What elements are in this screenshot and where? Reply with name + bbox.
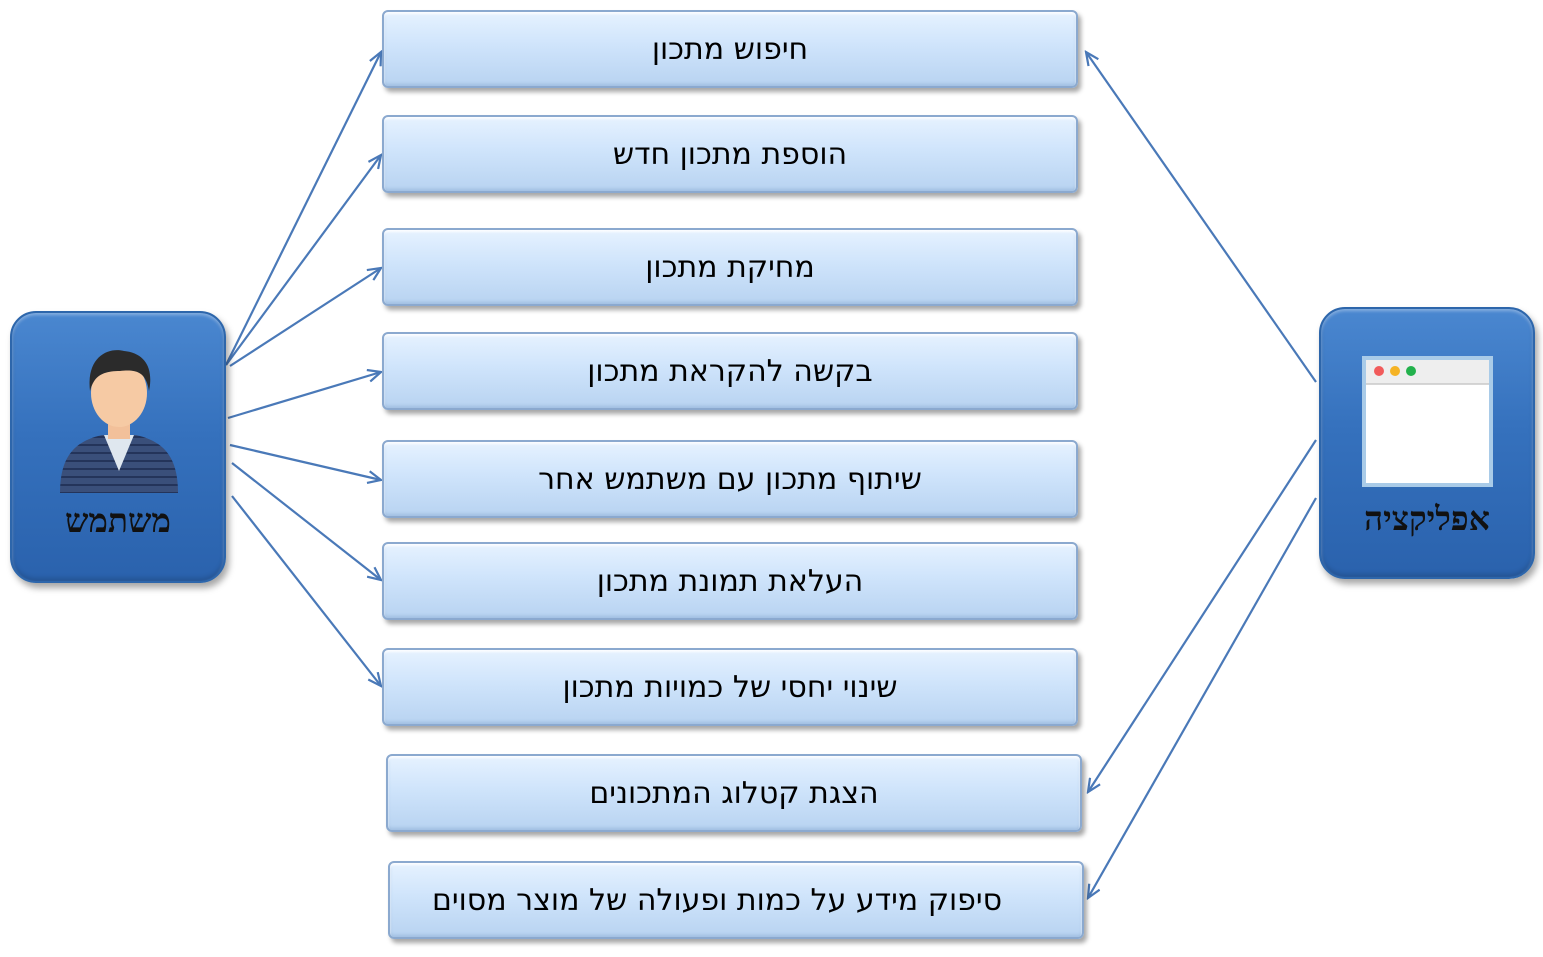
use-case-label: הצגת קטלוג המתכונים <box>589 775 879 811</box>
user-actor: משתמש <box>10 311 226 583</box>
arrow-app-to-case-1 <box>1086 52 1317 383</box>
use-case-label: הוספת מתכון חדש <box>612 136 848 172</box>
app-actor: אפליקציה <box>1319 307 1535 579</box>
arrow-user-to-case-3 <box>229 268 381 367</box>
arrow-user-to-case-2 <box>225 155 381 366</box>
arrow-app-to-case-9 <box>1088 497 1317 898</box>
app-actor-label: אפליקציה <box>1364 499 1490 538</box>
use-case-label: חיפוש מתכון <box>651 31 809 67</box>
arrow-user-to-case-6 <box>231 462 381 580</box>
use-case-label: שיתוף מתכון עם משתמש אחר <box>538 461 922 497</box>
use-case-product-info: סיפוק מידע על כמות ופעולה של מוצר מסוים <box>388 861 1084 939</box>
use-case-add-recipe: הוספת מתכון חדש <box>382 115 1078 193</box>
use-case-show-recipe-catalog: הצגת קטלוג המתכונים <box>386 754 1082 832</box>
use-case-label: בקשה להקראת מתכון <box>587 353 873 389</box>
use-case-scale-recipe-quantities: שינוי יחסי של כמויות מתכון <box>382 648 1078 726</box>
use-case-share-recipe: שיתוף מתכון עם משתמש אחר <box>382 440 1078 518</box>
use-case-label: מחיקת מתכון <box>645 249 815 285</box>
arrow-user-to-case-7 <box>231 495 381 686</box>
use-case-label: סיפוק מידע על כמות ופעולה של מוצר מסוים <box>432 882 1003 918</box>
use-case-label: העלאת תמונת מתכון <box>596 563 864 599</box>
arrow-app-to-case-8 <box>1088 439 1317 792</box>
use-case-upload-recipe-image: העלאת תמונת מתכון <box>382 542 1078 620</box>
use-case-read-aloud-recipe: בקשה להקראת מתכון <box>382 332 1078 410</box>
user-actor-label: משתמש <box>65 501 171 540</box>
use-case-delete-recipe: מחיקת מתכון <box>382 228 1078 306</box>
user-avatar-icon <box>60 350 178 493</box>
browser-window-icon <box>1362 356 1493 487</box>
use-case-search-recipe: חיפוש מתכון <box>382 10 1078 88</box>
arrow-user-to-case-5 <box>229 443 381 480</box>
arrow-user-to-case-4 <box>227 372 381 420</box>
use-case-label: שינוי יחסי של כמויות מתכון <box>562 669 898 705</box>
